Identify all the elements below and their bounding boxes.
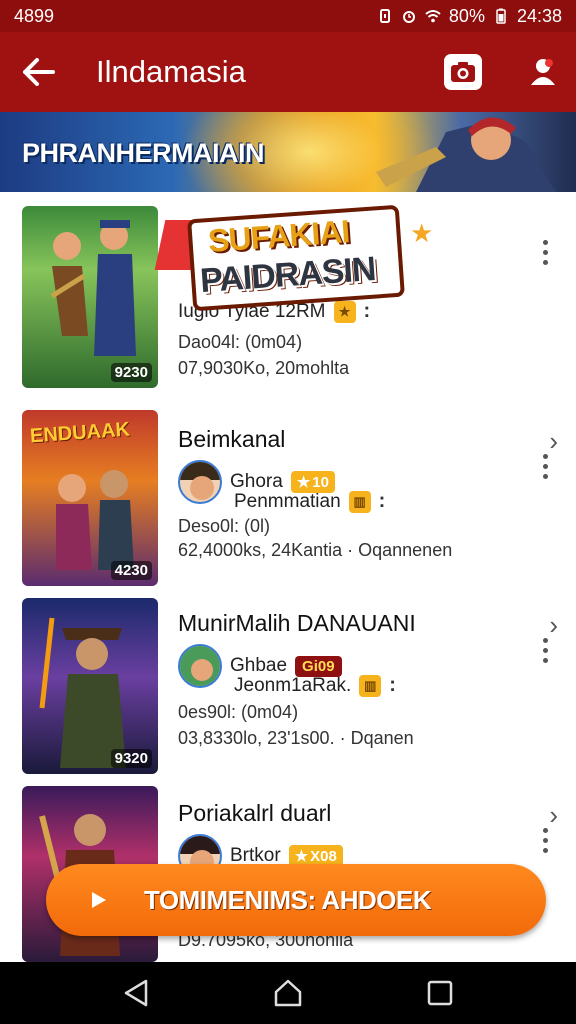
status-time: 24:38 [516,5,562,26]
star-icon: ★ [296,474,311,491]
play-now-button[interactable]: TOMIMENIMS: AHDOEK [46,864,546,936]
back-button[interactable] [18,52,58,92]
star-icon: ★ [410,218,434,248]
status-bar: 4899 80% 24:38 [0,0,576,32]
dot-separator: : [389,674,396,696]
more-options-button[interactable] [534,828,556,853]
nav-back-icon [124,979,148,1007]
thumbnail-badge: 9320 [110,749,152,768]
item-detail-1: Dao04l: (0m04) [178,332,303,352]
battery-percent: 80% [448,5,485,26]
list-item[interactable]: 9320 MunirMalih DANAUANI Ghbae Gi09 Jeon… [0,592,576,780]
thumbnail-art [50,220,136,356]
thumbnail-art [39,617,126,768]
avatar[interactable] [178,644,222,688]
vibrate-icon [379,9,390,23]
item-detail-2: 62,4000ks, 24Kantia · Oqannenen [178,540,453,560]
game-thumbnail[interactable]: ENDUAAK 4230 [22,410,158,586]
play-now-label: TOMIMENIMS: AHDOEK [144,884,432,915]
chevron-right-icon[interactable]: › [549,610,558,641]
nav-back-button[interactable] [106,968,166,1018]
item-detail-1: 0es90l: (0m04) [178,702,299,722]
avatar[interactable] [178,460,222,504]
dot-separator: : [363,300,371,322]
thumbnail-badge: 4230 [110,561,152,580]
alarm-icon [402,11,415,23]
level-badge-value: X08 [310,847,337,865]
hero-banner[interactable]: PHRANHERMAIAIN [0,112,576,192]
nav-home-button[interactable] [258,968,318,1018]
profile-icon [531,59,555,85]
level-badge-value: 10 [312,473,329,491]
nav-recents-button[interactable] [410,968,470,1018]
game-thumbnail[interactable]: 9320 [22,598,158,774]
item-title: Beimkanal [178,426,286,452]
nav-recents-icon [427,980,453,1006]
status-left-text: 4899 [14,5,55,26]
nav-home-icon [274,979,302,1007]
camera-button[interactable] [444,54,482,90]
item-detail-1: Deso0l: (0l) [178,516,271,536]
star-icon: ★ [333,300,356,323]
camera-icon [451,62,475,82]
banner-title: PHRANHERMAIAIN [22,138,265,168]
app-title: Ilndamasia [96,54,246,89]
thumbnail-badge: 9230 [110,363,152,382]
play-icon [92,892,106,908]
item-meta: Penmmatian ▥ : [234,490,385,513]
banner-hero-illustration [376,117,556,192]
item-title: Poriakalrl duarl [178,800,332,826]
status-icons: 80% 24:38 [377,6,562,27]
game-thumbnail[interactable]: 9230 [22,206,158,388]
chevron-right-icon[interactable]: › [549,800,558,831]
star-icon: ★ [294,848,309,865]
profile-button[interactable] [528,55,558,89]
wifi-icon [425,10,441,23]
item-meta-text: Jeonm1aRak. [234,674,352,696]
more-options-button[interactable] [534,454,556,479]
system-nav-bar [0,962,576,1024]
item-title: MunirMalih DANAUANI [178,610,416,636]
item-detail-2: 03,8330lo, 23'1s00. · Dqanen [178,728,414,748]
more-options-button[interactable] [534,638,556,663]
item-meta-text: Penmmatian [234,490,341,512]
arrow-left-icon [23,58,55,86]
item-detail-2: 07,9030Ko, 20mohlta [178,358,350,378]
app-bar: Ilndamasia [0,32,576,112]
coin-icon: ▥ [359,674,382,697]
coin-icon: ▥ [348,490,371,513]
promo-sticker[interactable]: SUFAKIAI PAIDRASIN ★ [154,204,450,312]
item-meta: Jeonm1aRak. ▥ : [234,674,396,697]
chevron-right-icon[interactable]: › [549,426,558,457]
dot-separator: : [378,490,386,512]
list-item[interactable]: ENDUAAK 4230 Beimkanal Ghora ★ 10 Penmmat… [0,404,576,592]
battery-icon [496,8,506,24]
more-options-button[interactable] [534,240,556,265]
